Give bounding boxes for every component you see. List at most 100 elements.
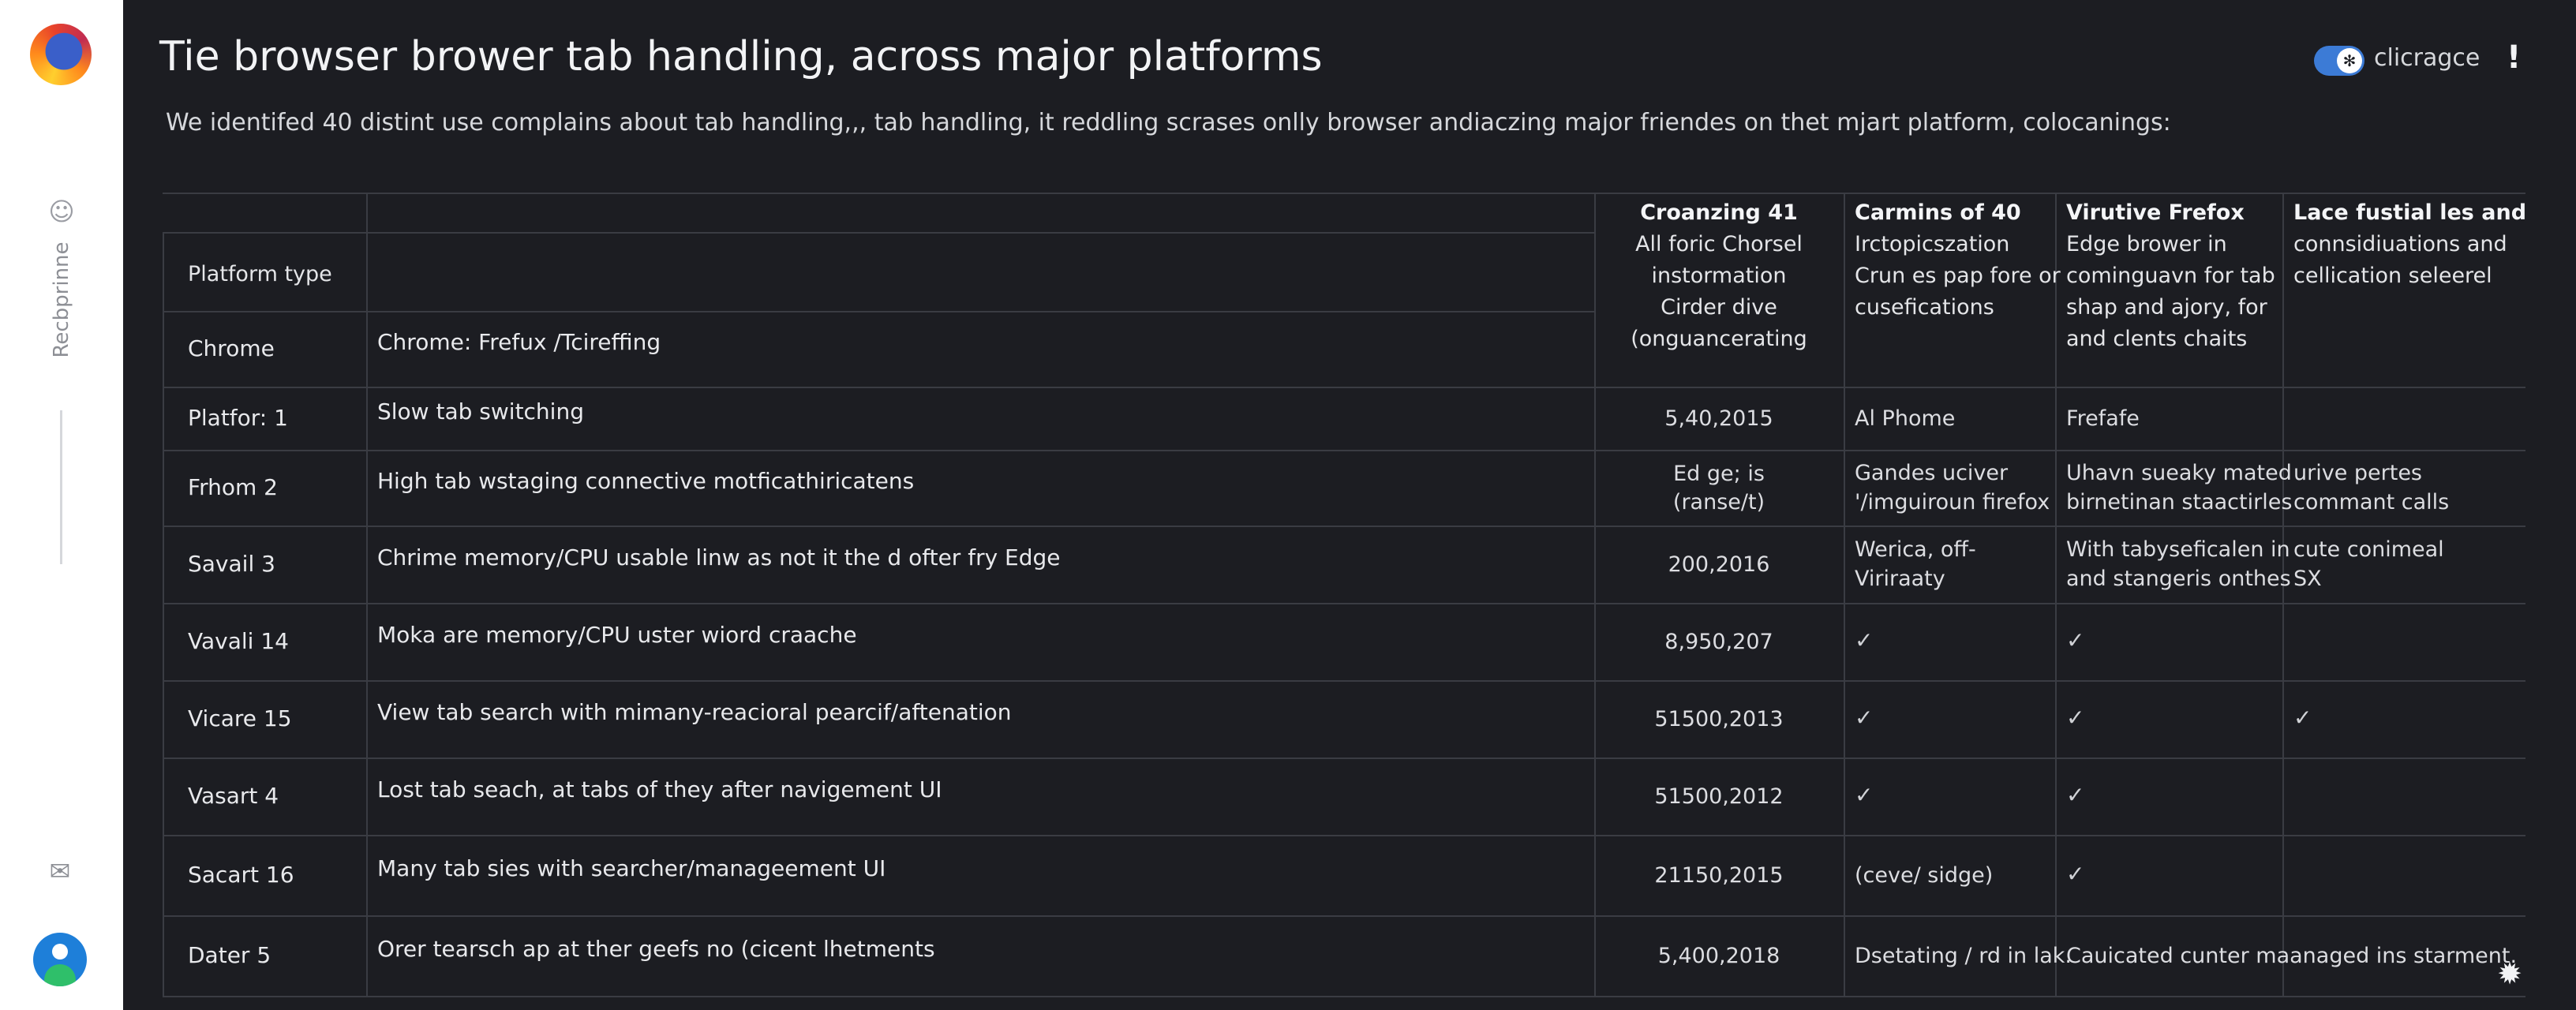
header-col4-line: cominguavn for tab [2066,264,2275,288]
header-col4-line: shap and ajory, for [2066,295,2267,320]
browser-logo-icon[interactable] [30,24,92,85]
header-col5-line: Lace fustial les and [2293,200,2527,225]
table-row-c3-text: Viriraaty [1855,567,1945,591]
table-col-divider [163,232,164,996]
settings-gear-icon[interactable]: ✹ [2492,956,2527,991]
sidebar-scroll-track[interactable] [60,410,62,564]
table-row-count: 200,2016 [1668,552,1770,577]
table-row-c4-text: Cauicated cunter maanaged ins starment. [2066,943,2518,968]
header-col2-line: (onguancerating [1631,327,1807,351]
table-row-divider [163,680,2525,682]
header-col5-line: connsidiuations and [2293,232,2507,256]
table-row-issue[interactable]: Chrome: Frefux /Tcireffing [377,327,661,357]
sidebar-vertical-label[interactable]: Recbprinne [50,241,73,357]
table-row-issue[interactable]: Slow tab switching [377,397,584,427]
header-col4-line: and clents chaits [2066,327,2248,351]
table-row-count: 5,40,2015 [1664,406,1773,431]
table-row-c4-text: Uhavn sueaky mated [2066,461,2292,485]
header-col2-line: All foric Chorsel [1635,232,1803,256]
table-top-border-right [1594,193,2525,194]
table-row-issue[interactable]: Chrime memory/CPU usable linw as not it … [377,543,1061,573]
check-icon: ✓ [2066,782,2085,808]
table-col-divider [2055,193,2057,996]
table-row-count: (ranse/t) [1672,490,1765,514]
check-icon: ✓ [2293,705,2312,731]
header-col2-line: Cirder dive [1661,295,1777,320]
header-col5-line: cellication seleerel [2293,264,2492,288]
table-col-divider [366,193,368,996]
table-row-issue[interactable]: Many tab sies with searcher/manageement … [377,854,886,884]
table-row-issue[interactable]: Moka are memory/CPU uster wiord craache [377,620,857,650]
table-row-c5-text: cute conimeal [2293,537,2444,562]
table-row-c5-text: commant calls [2293,490,2450,514]
table-row-platform: Vavali 14 [188,628,289,654]
check-icon: ✓ [1855,782,1874,808]
table-row-c3-text: '/imguiroun firefox [1855,490,2050,514]
toggle-label[interactable]: clicragce [2374,44,2480,72]
table-row-platform: Sacart 16 [188,862,294,888]
table-row-platform: Vasart 4 [188,783,279,809]
robot-icon[interactable]: ☺ [46,196,77,227]
check-icon: ✓ [2066,627,2085,653]
table-row-divider [163,603,2525,604]
table-row-issue[interactable]: Orer tearsch ap at ther geefs no (cicent… [377,934,935,964]
page-title: Tie browser brower tab handling, across … [159,33,1323,80]
toggle-switch-icon[interactable]: ✻ [2314,46,2364,76]
header-col2-line: instormation [1651,264,1787,288]
table-row-divider [163,232,1594,234]
table-col-divider [2282,193,2284,996]
table-row-c3-text: Dsetating / rd in lak. [1855,943,2072,968]
table-row-c3-text: Werica, off- [1855,537,1976,562]
header-col3-line: Carmins of 40 [1855,200,2021,225]
header-col4-line: Virutive Frefox [2066,200,2245,225]
check-icon: ✓ [2066,861,2085,887]
table-row-c3-text: (ceve/ sidge) [1855,862,1994,888]
table-row-issue[interactable]: Lost tab seach, at tabs of they after na… [377,775,942,805]
mail-icon[interactable]: ✉ [44,858,76,884]
table-row-divider [163,835,2525,836]
sidebar: ☺ Recbprinne ✉ [0,0,123,1010]
table-row-c5-text: urive pertes [2293,461,2423,485]
table-row-count: 51500,2012 [1654,784,1784,809]
header-col3-line: Crun es pap fore or [1855,264,2061,288]
table-row-issue[interactable]: High tab wstaging connective motficathir… [377,466,914,496]
menu-icon[interactable]: ! [2507,39,2521,76]
table-top-border [163,193,1594,194]
table-row-divider [163,450,2525,451]
table-row-issue[interactable]: View tab search with mimany-reacioral pe… [377,698,1012,728]
table-row-divider [163,915,2525,917]
table-row-c4-text: With tabyseficalen in [2066,537,2290,562]
user-avatar-icon[interactable] [33,933,87,986]
table-row-divider [163,996,2525,997]
table-col-divider [1844,193,1845,996]
main-panel: Tie browser brower tab handling, across … [123,0,2576,1010]
table-row-count: 21150,2015 [1654,863,1784,888]
table-row-divider [163,387,2525,388]
check-icon: ✓ [2066,705,2085,731]
table-row-c3-text: Al Phome [1855,406,1956,431]
table-row-divider [163,311,1594,312]
header-platform-type: Platform type [188,262,332,286]
header-col4-line: Edge brower in [2066,232,2227,256]
header-col3-line: cusefications [1855,295,1994,320]
table-row-divider [163,526,2525,527]
table-row-c5-text: SX [2293,567,2322,591]
table-row-c3-text: Gandes uciver [1855,461,2009,485]
table-row-c4-text: birnetinan staactirles [2066,490,2293,514]
table-row-platform: Vicare 15 [188,705,292,731]
table-row-c4-text: and stangeris onthes [2066,567,2291,591]
table-row-platform: Dater 5 [188,942,271,968]
page-subtitle: We identifed 40 distint use complains ab… [166,109,2171,137]
table-row-count: 8,950,207 [1664,630,1773,654]
check-icon: ✓ [1855,705,1874,731]
header-col3-line: Irctopicszation [1855,232,2010,256]
table-row-count: 5,400,2018 [1657,944,1780,968]
header-col2-line: Croanzing 41 [1640,200,1798,225]
table-row-platform: Frhom 2 [188,474,278,500]
table-row-divider [163,758,2525,759]
table-row-count: Ed ge; is [1673,462,1765,486]
table-row-count: 51500,2013 [1654,707,1784,731]
table-row-platform: Savail 3 [188,551,275,577]
table-row-platform: Chrome [188,335,275,361]
table-row-platform: Platfor: 1 [188,405,288,431]
